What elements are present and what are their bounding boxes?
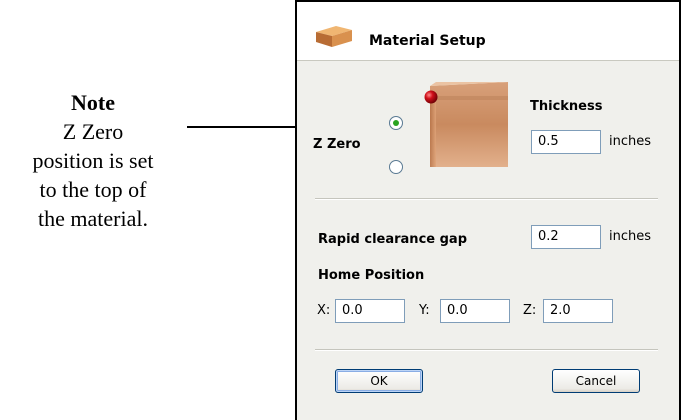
z-zero-bottom-radio[interactable] xyxy=(389,160,403,174)
ok-button[interactable]: OK xyxy=(335,369,423,393)
rapid-clearance-unit: inches xyxy=(609,229,652,244)
material-setup-dialog: Material Setup xyxy=(295,0,681,420)
dialog-header: Material Setup xyxy=(297,2,679,61)
dialog-title: Material Setup xyxy=(369,33,486,49)
home-x-field[interactable]: 0.0 xyxy=(335,299,405,323)
z-zero-label: Z Zero xyxy=(313,137,361,152)
home-y-field[interactable]: 0.0 xyxy=(440,299,510,323)
thickness-label: Thickness xyxy=(530,99,603,114)
home-z-label: Z: xyxy=(523,303,537,318)
home-y-label: Y: xyxy=(419,303,430,318)
separator-1 xyxy=(315,198,658,200)
thickness-unit: inches xyxy=(609,134,652,149)
thickness-field[interactable]: 0.5 xyxy=(531,130,601,154)
home-z-field[interactable]: 2.0 xyxy=(543,299,613,323)
rapid-clearance-label: Rapid clearance gap xyxy=(318,232,467,247)
material-block-image xyxy=(418,82,518,167)
home-x-label: X: xyxy=(317,303,331,318)
material-block-icon xyxy=(314,26,354,53)
cancel-button[interactable]: Cancel xyxy=(552,369,640,393)
rapid-clearance-field[interactable]: 0.2 xyxy=(531,225,601,249)
radio-selected-dot xyxy=(393,120,399,126)
home-position-label: Home Position xyxy=(318,268,425,283)
z-zero-top-radio[interactable] xyxy=(389,116,403,130)
zero-marker-ball xyxy=(424,90,438,104)
separator-2 xyxy=(315,349,658,351)
